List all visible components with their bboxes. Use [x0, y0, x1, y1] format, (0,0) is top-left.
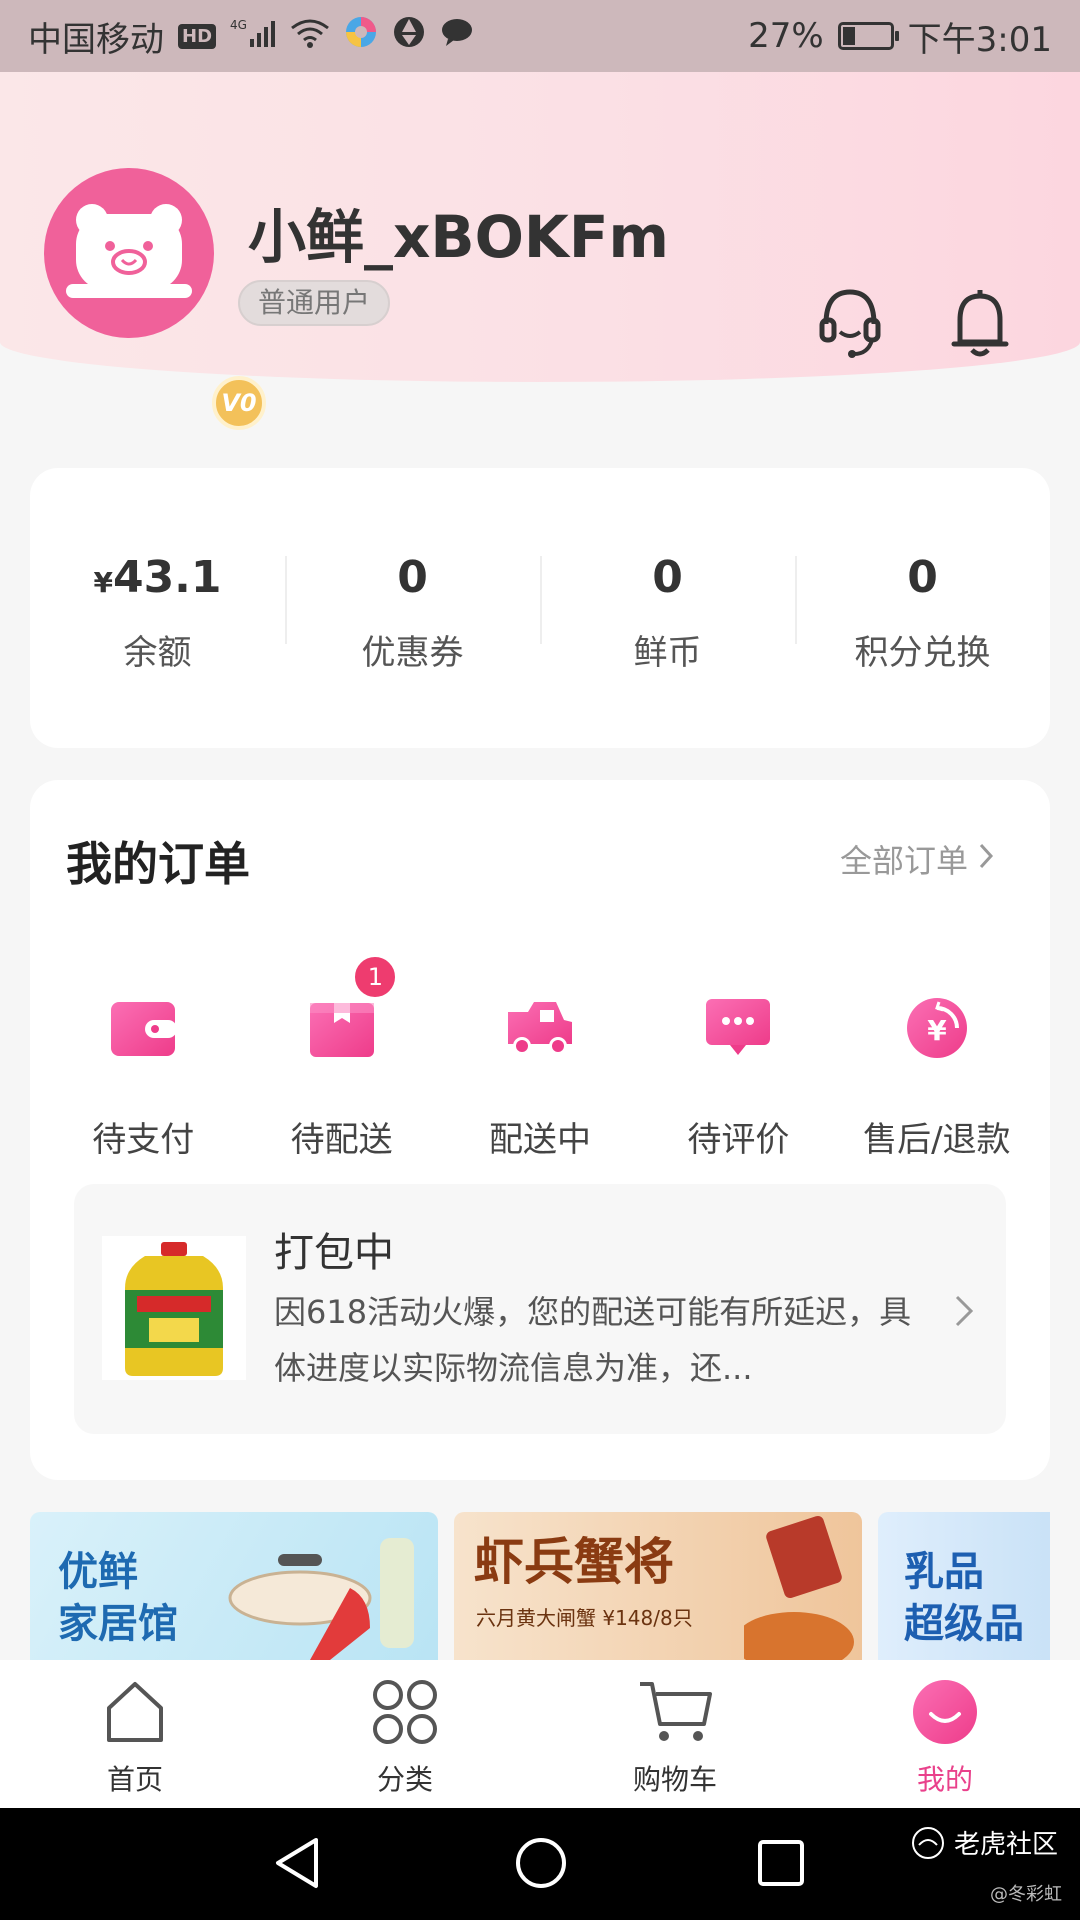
product-image-oil-bottle [102, 1236, 246, 1380]
back-icon[interactable] [272, 1836, 322, 1894]
profile-icon [913, 1680, 977, 1744]
banner-home-text: 优鲜 家居馆 [58, 1549, 178, 1647]
order-status-label: 待配送 [290, 1120, 393, 1160]
bottom-tab-bar: 首页 分类 购物车 我的 [0, 1660, 1080, 1808]
banner-home-goods[interactable]: 优鲜 家居馆 [30, 1512, 438, 1660]
wallet-icon [44, 980, 242, 1076]
bell-icon[interactable] [948, 284, 1012, 360]
promo-banner-row: 优鲜 家居馆 虾兵蟹将 六月黄大闸蟹 ¥148/8只 乳品 超级品 [30, 1512, 1050, 1660]
stat-fresh-coins[interactable]: 0 鲜币 [540, 542, 795, 674]
message-icon [440, 16, 474, 56]
banner-crab-title: 虾兵蟹将 [474, 1533, 674, 1591]
hd-badge: HD [178, 23, 217, 49]
balance-value: 43.1 [112, 552, 222, 603]
order-status-unpaid[interactable]: 待支付 [44, 980, 242, 1161]
profile-header: V0 小鲜_xBOKFm 普通用户 [0, 72, 1080, 430]
status-bar: 中国移动 HD 4G 27% 下午3:01 [0, 0, 1080, 72]
order-status-to-ship[interactable]: 1 待配送 [242, 954, 440, 1161]
tiger-logo-icon [911, 1826, 944, 1859]
banner-dairy[interactable]: 乳品 超级品 [878, 1512, 1050, 1660]
cart-icon [640, 1682, 712, 1741]
stat-balance[interactable]: ¥43.1 余额 [30, 542, 285, 674]
app-icon-aperture [392, 15, 426, 58]
banner-dairy-text: 乳品 超级品 [904, 1549, 1024, 1647]
cookware-illustration-icon [228, 1538, 414, 1660]
user-type-tag: 普通用户 [238, 280, 391, 326]
my-orders-card: 我的订单 全部订单 待支付 1 待配送 配送中 待评价 ¥ 售后/退款 打包中 … [30, 780, 1050, 1480]
tab-label: 购物车 [632, 1763, 717, 1796]
package-icon [242, 980, 440, 1076]
chevron-right-icon [954, 1292, 974, 1338]
tracking-status-title: 打包中 [274, 1230, 394, 1276]
chevron-right-icon [978, 840, 994, 878]
order-status-label: 待评价 [687, 1120, 790, 1160]
order-status-to-review[interactable]: 待评价 [639, 980, 837, 1161]
signal-icon: 4G [230, 17, 276, 56]
network-type-text: 4G [230, 18, 247, 32]
tab-label: 首页 [106, 1763, 163, 1796]
order-status-delivering[interactable]: 配送中 [441, 980, 639, 1161]
order-status-row: 待支付 1 待配送 配送中 待评价 ¥ 售后/退款 [44, 954, 1036, 1161]
order-status-label: 配送中 [489, 1120, 592, 1160]
tab-cart[interactable]: 购物车 [540, 1660, 810, 1808]
system-navigation-bar: 老虎社区 @冬彩虹 [0, 1808, 1080, 1920]
category-icon [373, 1680, 437, 1744]
clock: 下午3:01 [907, 19, 1052, 60]
tracking-description: 因618活动火爆，您的配送可能有所延迟，具体进度以实际物流信息为准，还... [274, 1293, 912, 1387]
status-right: 27% 下午3:01 [748, 12, 1052, 61]
stat-coupons[interactable]: 0 优惠券 [285, 542, 540, 674]
order-status-label: 售后/退款 [863, 1120, 1011, 1160]
avatar[interactable]: V0 [44, 168, 266, 430]
home-circle-icon[interactable] [514, 1836, 568, 1894]
stat-points[interactable]: 0 积分兑换 [795, 542, 1050, 674]
stat-label: 积分兑换 [854, 633, 991, 673]
orders-title: 我的订单 [66, 837, 250, 891]
tab-label: 分类 [376, 1763, 433, 1796]
stat-value: 0 [652, 552, 683, 603]
stat-value: ¥43.1 [30, 552, 285, 603]
all-orders-label: 全部订单 [839, 842, 968, 880]
order-tracking-card[interactable]: 打包中 因618活动火爆，您的配送可能有所延迟，具体进度以实际物流信息为准，还.… [74, 1184, 1006, 1434]
app-icon-colorful [344, 15, 378, 58]
order-status-refund[interactable]: ¥ 售后/退款 [838, 980, 1036, 1161]
status-left: 中国移动 HD 4G [28, 12, 474, 61]
carrier-text: 中国移动 [28, 19, 164, 60]
stat-value: 0 [907, 552, 938, 603]
bear-mascot-icon [66, 204, 192, 298]
banner-crab-subtitle: 六月黄大闸蟹 ¥148/8只 [476, 1606, 693, 1630]
recents-square-icon[interactable] [756, 1836, 806, 1894]
stat-label: 余额 [123, 633, 192, 673]
order-status-label: 待支付 [92, 1120, 195, 1160]
level-badge: V0 [212, 376, 266, 430]
wallet-stats-card: ¥43.1 余额 0 优惠券 0 鲜币 0 积分兑换 [30, 468, 1050, 748]
tab-category[interactable]: 分类 [270, 1660, 540, 1808]
tab-home[interactable]: 首页 [0, 1660, 270, 1808]
crab-illustration-icon [744, 1516, 854, 1660]
comment-icon [639, 980, 837, 1076]
currency-symbol: ¥ [93, 566, 113, 599]
username: 小鲜_xBOKFm [248, 203, 669, 271]
refund-icon: ¥ [838, 980, 1036, 1076]
watermark-brand: 老虎社区 [953, 1830, 1058, 1860]
battery-percent: 27% [748, 16, 824, 56]
banner-crab[interactable]: 虾兵蟹将 六月黄大闸蟹 ¥148/8只 [454, 1512, 862, 1660]
battery-icon [837, 22, 899, 50]
home-icon [107, 1682, 163, 1742]
watermark-author: @冬彩虹 [990, 1884, 1062, 1905]
stat-label: 鲜币 [633, 633, 702, 673]
tab-mine[interactable]: 我的 [810, 1660, 1080, 1808]
watermark: 老虎社区 [910, 1824, 1058, 1861]
all-orders-link[interactable]: 全部订单 [840, 836, 994, 882]
battery-fill [842, 27, 855, 45]
customer-service-icon[interactable] [818, 284, 882, 360]
wifi-icon [290, 18, 330, 55]
stat-value: 0 [397, 552, 428, 603]
tab-label: 我的 [916, 1763, 973, 1796]
stat-label: 优惠券 [361, 633, 464, 673]
svg-text:¥: ¥ [927, 1014, 947, 1047]
delivery-truck-icon [441, 980, 639, 1076]
